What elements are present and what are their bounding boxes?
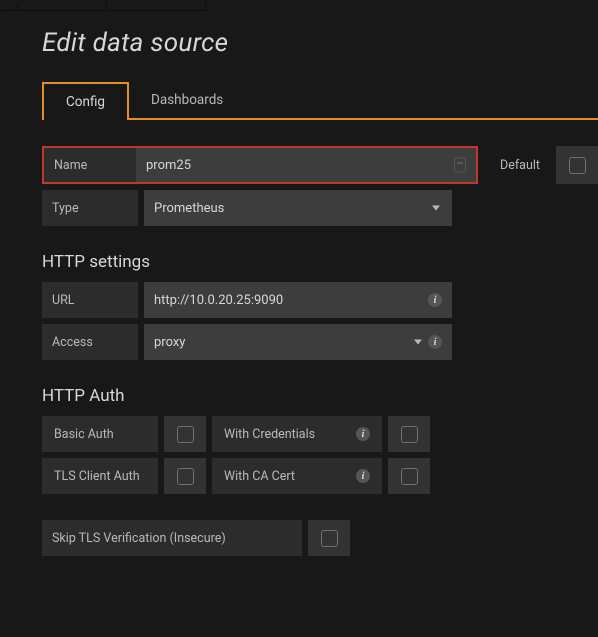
tls-client-auth-checkbox[interactable] bbox=[177, 468, 194, 485]
info-icon[interactable]: i bbox=[356, 427, 370, 441]
window-top-border bbox=[0, 0, 598, 8]
with-ca-cert-label: With CA Cert i bbox=[212, 458, 382, 494]
http-settings-heading: HTTP settings bbox=[42, 252, 598, 272]
type-select-value: Prometheus bbox=[154, 201, 224, 216]
info-icon[interactable]: i bbox=[428, 335, 442, 349]
with-ca-cert-checkbox-cell bbox=[388, 458, 430, 494]
basic-auth-checkbox-cell bbox=[164, 416, 206, 452]
url-label: URL bbox=[42, 282, 138, 318]
name-field-icon bbox=[454, 158, 466, 173]
tls-client-auth-checkbox-cell bbox=[164, 458, 206, 494]
info-icon[interactable]: i bbox=[356, 469, 370, 483]
access-label: Access bbox=[42, 324, 138, 360]
with-credentials-checkbox-cell bbox=[388, 416, 430, 452]
chevron-down-icon bbox=[432, 206, 440, 211]
name-row-highlight: Name prom25 bbox=[42, 146, 478, 184]
with-credentials-checkbox[interactable] bbox=[401, 426, 418, 443]
http-auth-heading: HTTP Auth bbox=[42, 386, 598, 406]
info-icon[interactable]: i bbox=[428, 293, 442, 307]
skip-tls-label: Skip TLS Verification (Insecure) bbox=[42, 520, 302, 556]
page-title: Edit data source bbox=[42, 28, 598, 58]
url-input[interactable]: http://10.0.20.25:9090 i bbox=[144, 282, 452, 318]
tab-bar: Config Dashboards bbox=[42, 80, 598, 120]
type-select[interactable]: Prometheus bbox=[144, 190, 452, 226]
with-ca-cert-text: With CA Cert bbox=[224, 469, 295, 484]
with-credentials-label: With Credentials i bbox=[212, 416, 382, 452]
skip-tls-checkbox-cell bbox=[308, 520, 350, 556]
access-select-value: proxy bbox=[154, 335, 185, 350]
basic-auth-label: Basic Auth bbox=[42, 416, 158, 452]
name-input[interactable]: prom25 bbox=[136, 148, 476, 182]
url-input-value: http://10.0.20.25:9090 bbox=[154, 293, 283, 308]
basic-auth-checkbox[interactable] bbox=[177, 426, 194, 443]
default-label: Default bbox=[490, 146, 550, 184]
tab-dashboards[interactable]: Dashboards bbox=[129, 82, 245, 118]
name-input-value: prom25 bbox=[146, 158, 191, 173]
chevron-down-icon bbox=[414, 340, 422, 345]
type-label: Type bbox=[42, 190, 138, 226]
name-label: Name bbox=[44, 148, 136, 182]
access-select[interactable]: proxy i bbox=[144, 324, 452, 360]
default-checkbox[interactable] bbox=[569, 157, 586, 174]
tab-config[interactable]: Config bbox=[42, 82, 129, 120]
skip-tls-checkbox[interactable] bbox=[321, 530, 338, 547]
tls-client-auth-label: TLS Client Auth bbox=[42, 458, 158, 494]
default-checkbox-cell bbox=[556, 146, 598, 184]
with-ca-cert-checkbox[interactable] bbox=[401, 468, 418, 485]
with-credentials-text: With Credentials bbox=[224, 427, 315, 442]
